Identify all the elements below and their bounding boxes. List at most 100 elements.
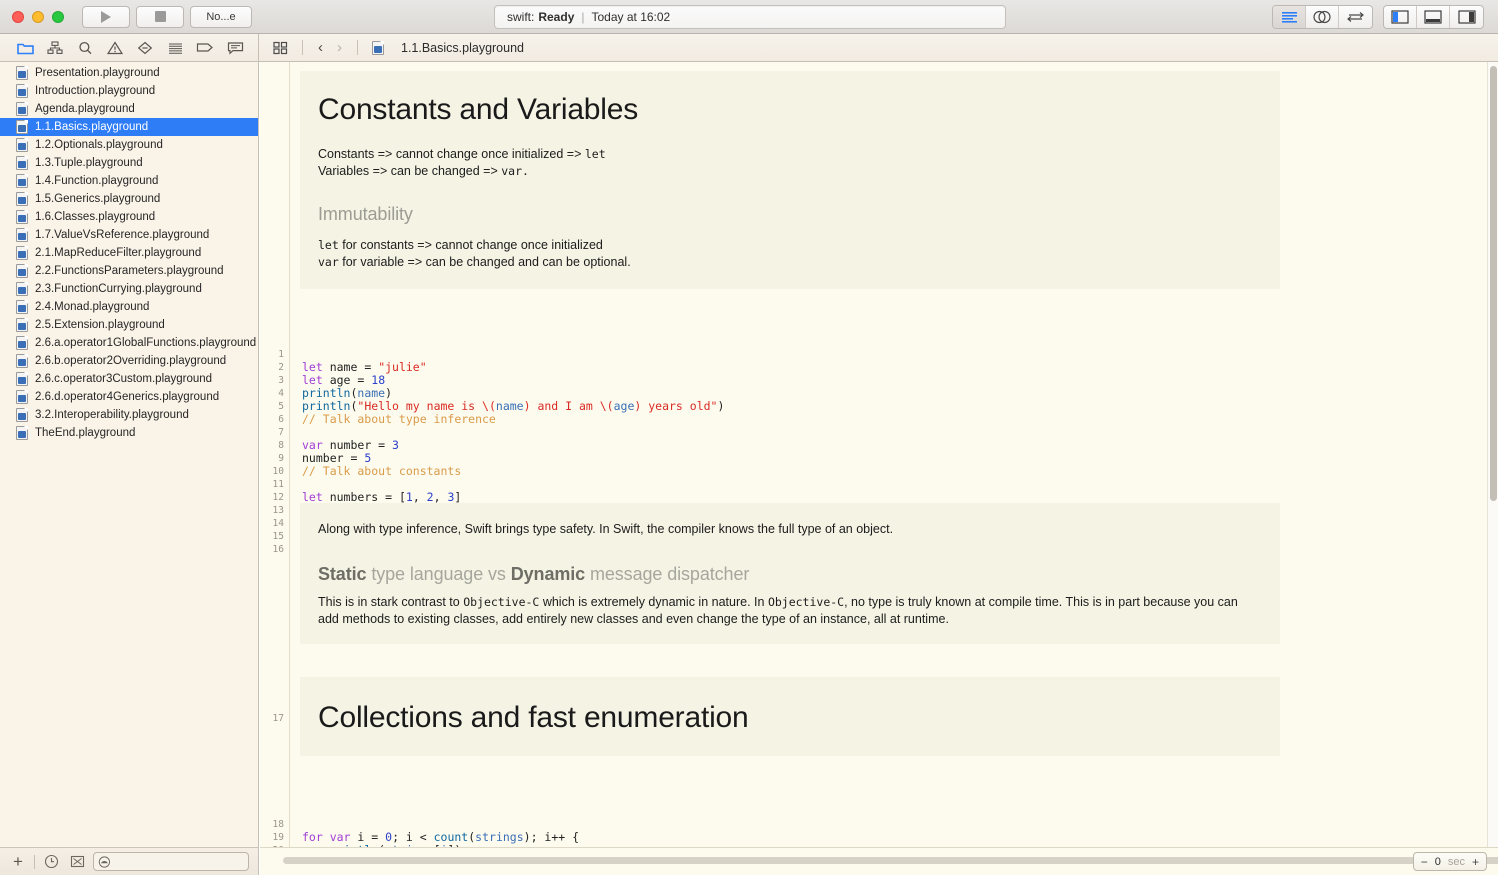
line-number: 14 [272, 518, 284, 529]
close-button[interactable] [12, 10, 24, 23]
file-list-item[interactable]: 1.3.Tuple.playground [0, 154, 258, 172]
symbol-navigator-icon[interactable] [40, 35, 70, 61]
file-list-item[interactable]: 1.7.ValueVsReference.playground [0, 226, 258, 244]
play-icon [101, 10, 111, 23]
code-token: = [378, 438, 393, 452]
forward-button[interactable]: › [332, 39, 347, 56]
file-list-item[interactable]: 1.6.Classes.playground [0, 208, 258, 226]
file-list-item[interactable]: Agenda.playground [0, 100, 258, 118]
file-list-item[interactable]: 2.2.FunctionsParameters.playground [0, 262, 258, 280]
navigator-panel-glyph [1391, 10, 1409, 24]
scheme-selector[interactable]: No...e [190, 5, 252, 28]
code-line: var number = 3 [302, 439, 1487, 452]
filter-input[interactable] [110, 855, 248, 868]
imm-1-text: for constants => cannot change once init… [338, 238, 603, 252]
playground-file-icon [16, 120, 28, 134]
status-separator: | [581, 10, 585, 24]
code-token: ; i < [392, 830, 434, 844]
back-button[interactable]: ‹ [313, 39, 328, 56]
add-button[interactable]: + [8, 852, 28, 872]
standard-editor-icon[interactable] [1273, 6, 1306, 28]
file-list-item[interactable]: 2.1.MapReduceFilter.playground [0, 244, 258, 262]
file-list-item-label: 3.2.Interoperability.playground [35, 409, 189, 421]
stepper-increment[interactable]: + [1472, 855, 1479, 869]
file-list-item-label: 2.6.b.operator2Overriding.playground [35, 355, 227, 367]
debug-navigator-icon[interactable] [160, 35, 190, 61]
filter-field[interactable] [93, 852, 249, 871]
stepper-decrement[interactable]: − [1421, 855, 1428, 869]
clock-icon[interactable] [41, 852, 61, 872]
editor-vertical-scrollbar[interactable] [1487, 62, 1498, 847]
file-list-item[interactable]: 1.1.Basics.playground [0, 118, 258, 136]
playground-editor[interactable]: 123456789101112131415161718192021222324 … [260, 62, 1487, 847]
dynamic-word: Dynamic [510, 564, 586, 584]
playground-file-icon [16, 102, 28, 116]
playground-file-icon [16, 264, 28, 278]
code-token: "julie" [378, 360, 427, 374]
version-editor-glyph [1346, 12, 1364, 22]
jumpbar-document-title[interactable]: 1.1.Basics.playground [401, 41, 524, 55]
playground-file-icon [16, 228, 28, 242]
code-line: // Talk about constants [302, 465, 1487, 478]
static-word: Static [318, 564, 367, 584]
file-list-item[interactable]: 3.2.Interoperability.playground [0, 406, 258, 424]
warning-triangle-icon [107, 40, 123, 54]
breakpoint-navigator-icon[interactable] [190, 35, 220, 61]
version-editor-icon[interactable] [1339, 6, 1372, 28]
file-list-item-label: 1.3.Tuple.playground [35, 157, 143, 169]
file-list-item[interactable]: 2.6.d.operator4Generics.playground [0, 388, 258, 406]
file-list-item[interactable]: 2.6.a.operator1GlobalFunctions.playgroun… [0, 334, 258, 352]
run-button[interactable] [82, 5, 130, 28]
file-list-item-label: 2.2.FunctionsParameters.playground [35, 265, 224, 277]
code-token: , [412, 490, 427, 504]
file-list-item[interactable]: 2.4.Monad.playground [0, 298, 258, 316]
view-toggle-segment [1383, 5, 1484, 29]
file-list-item[interactable]: 2.6.b.operator2Overriding.playground [0, 352, 258, 370]
page-title: Constants and Variables [318, 93, 639, 126]
intro-line-1: Constants => cannot change once initiali… [318, 146, 1262, 163]
line-number: 12 [272, 492, 284, 503]
file-list-item[interactable]: 2.3.FunctionCurrying.playground [0, 280, 258, 298]
test-navigator-icon[interactable] [130, 35, 160, 61]
file-list-item[interactable]: 1.2.Optionals.playground [0, 136, 258, 154]
related-items-button[interactable] [269, 41, 292, 55]
file-list-item[interactable]: Presentation.playground [0, 64, 258, 82]
issue-navigator-icon[interactable] [100, 35, 130, 61]
code-token: 2 [426, 490, 434, 504]
file-list-item-label: 2.6.c.operator3Custom.playground [35, 373, 213, 385]
timeline-stepper[interactable]: − 0 sec + [1412, 852, 1487, 871]
code-block-collections[interactable]: for var i = 0; i < count(strings); i++ {… [297, 818, 1487, 848]
minimize-button[interactable] [32, 10, 44, 23]
file-list-item[interactable]: 1.4.Function.playground [0, 172, 258, 190]
project-navigator-icon[interactable] [10, 35, 40, 61]
file-list-item[interactable]: TheEnd.playground [0, 424, 258, 442]
run-stop-group: No...e [82, 5, 252, 28]
code-token: ) and I am \( [523, 399, 614, 413]
static-dynamic-heading: Static type language vs Dynamic message … [318, 564, 1262, 585]
find-navigator-icon[interactable] [70, 35, 100, 61]
report-navigator-icon[interactable] [220, 35, 250, 61]
file-list-item[interactable]: 2.5.Extension.playground [0, 316, 258, 334]
code-token: = [371, 830, 386, 844]
file-list-item[interactable]: 1.5.Generics.playground [0, 190, 258, 208]
filter-recent-icon[interactable] [67, 852, 87, 872]
code-token: ) [717, 399, 725, 413]
stop-button[interactable] [136, 5, 184, 28]
toggle-utilities-icon[interactable] [1450, 6, 1483, 28]
vertical-scroll-thumb[interactable] [1490, 66, 1497, 501]
code-token: count [433, 830, 469, 844]
code-token: println [302, 399, 351, 413]
file-list-item[interactable]: Introduction.playground [0, 82, 258, 100]
navigator-jump-bar: ‹ › 1.1.Basics.playground [0, 34, 1498, 62]
toggle-navigator-icon[interactable] [1384, 6, 1417, 28]
file-list: Presentation.playground Introduction.play… [0, 62, 258, 442]
playground-file-icon [16, 336, 28, 350]
line-number: 18 [272, 819, 284, 830]
zoom-button[interactable] [52, 10, 64, 23]
assistant-editor-icon[interactable] [1306, 6, 1339, 28]
horizontal-scroll-thumb[interactable] [283, 857, 1498, 864]
project-navigator[interactable]: Presentation.playground Introduction.play… [0, 62, 259, 847]
playground-file-icon [16, 408, 28, 422]
toggle-debug-area-icon[interactable] [1417, 6, 1450, 28]
file-list-item[interactable]: 2.6.c.operator3Custom.playground [0, 370, 258, 388]
